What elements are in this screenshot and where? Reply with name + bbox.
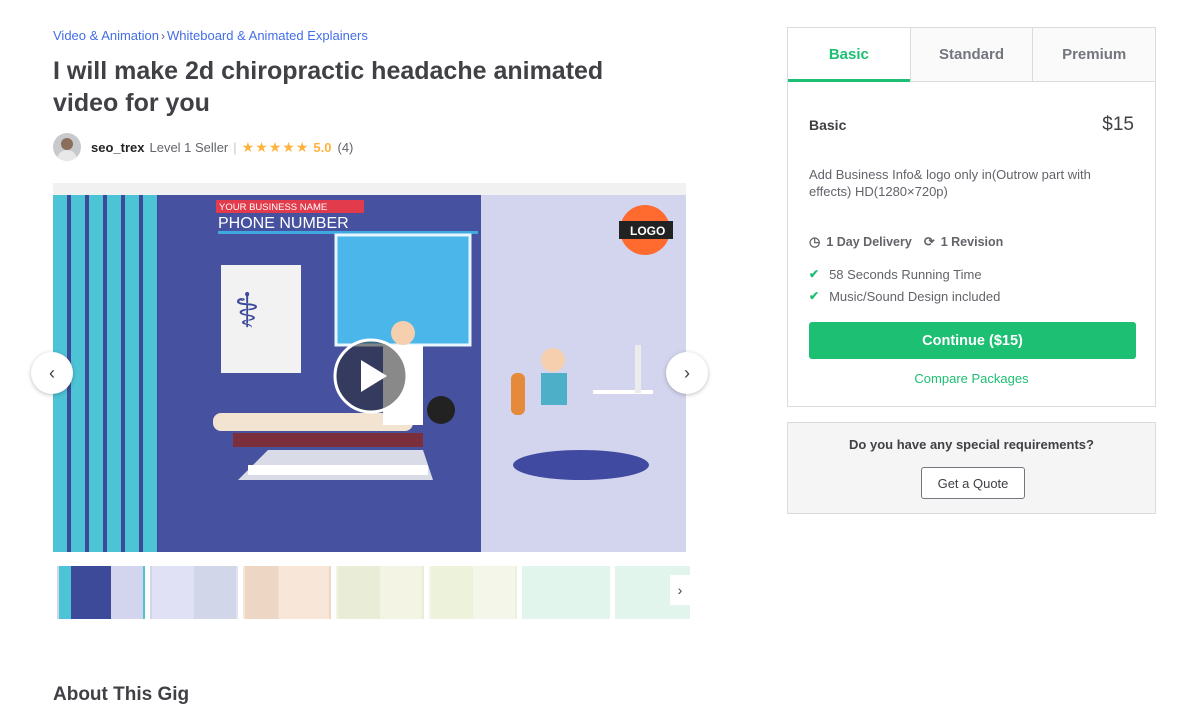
list-item: ✔ Music/Sound Design included	[809, 285, 1000, 307]
compare-packages-link[interactable]: Compare Packages	[788, 371, 1155, 386]
gallery-thumbnails	[53, 566, 690, 622]
tab-premium[interactable]: Premium	[1032, 28, 1156, 81]
package-tabs: Basic Standard Premium	[788, 28, 1156, 82]
about-heading: About This Gig	[53, 684, 190, 705]
gallery-main-image[interactable]: YOUR BUSINESS NAME PHONE NUMBER ⚕ LOGO	[53, 195, 686, 552]
package-features: ✔ 58 Seconds Running Time ✔ Music/Sound …	[809, 263, 1000, 307]
tab-standard[interactable]: Standard	[909, 28, 1033, 81]
thumbnails-next-button[interactable]: ›	[670, 575, 690, 605]
seller-divider: |	[233, 139, 237, 155]
breadcrumb-subcategory-link[interactable]: Whiteboard & Animated Explainers	[167, 28, 368, 43]
svg-text:⚕: ⚕	[234, 283, 260, 339]
continue-button[interactable]: Continue ($15)	[809, 322, 1136, 359]
refresh-icon: ⟳	[923, 234, 935, 249]
package-name: Basic	[809, 117, 847, 133]
review-count[interactable]: (4)	[338, 140, 354, 155]
gallery-prev-button[interactable]: ‹	[31, 352, 73, 394]
package-header: Basic $15	[809, 114, 1134, 136]
svg-text:YOUR BUSINESS NAME: YOUR BUSINESS NAME	[219, 202, 327, 213]
gallery-top-bar	[53, 183, 686, 195]
seller-level: Level 1 Seller	[149, 139, 229, 155]
gallery-thumbnail[interactable]	[429, 566, 517, 619]
gallery-illustration: YOUR BUSINESS NAME PHONE NUMBER ⚕ LOGO	[53, 195, 686, 552]
breadcrumb-category-link[interactable]: Video & Animation	[53, 28, 159, 43]
gallery-thumbnail[interactable]	[243, 566, 331, 619]
check-icon: ✔	[809, 267, 820, 281]
package-price: $15	[1102, 114, 1134, 135]
svg-text:LOGO: LOGO	[630, 224, 665, 238]
delivery-time: 1 Day Delivery	[826, 235, 912, 249]
list-item: ✔ 58 Seconds Running Time	[809, 263, 1000, 285]
gallery-thumbnail[interactable]	[150, 566, 238, 619]
breadcrumb: Video & Animation › Whiteboard & Animated …	[53, 28, 368, 43]
chevron-right-icon: ›	[677, 582, 683, 598]
get-quote-button[interactable]: Get a Quote	[921, 467, 1025, 499]
check-icon: ✔	[809, 289, 820, 303]
seller-overview: seo_trex Level 1 Seller | ★★★★★ 5.0 (4)	[53, 132, 353, 162]
gig-title: I will make 2d chiropractic headache ani…	[53, 57, 604, 117]
package-delivery-info: ◷ 1 Day Delivery ⟳ 1 Revision	[809, 234, 1003, 250]
rating-score: 5.0	[313, 139, 332, 155]
gallery-thumbnail[interactable]	[522, 566, 610, 619]
gig-gallery: YOUR BUSINESS NAME PHONE NUMBER ⚕ LOGO ‹…	[31, 183, 708, 623]
svg-text:PHONE NUMBER: PHONE NUMBER	[218, 215, 349, 232]
package-description: Add Business Info& logo only in(Outrow p…	[809, 167, 1091, 199]
custom-quote-card: Do you have any special requirements? Ge…	[787, 422, 1156, 514]
gallery-thumbnail[interactable]	[57, 566, 145, 619]
seller-avatar[interactable]	[53, 133, 81, 161]
gallery-next-button[interactable]: ›	[666, 352, 708, 394]
package-card: Basic Standard Premium Basic $15 Add Bus…	[787, 27, 1156, 407]
chevron-right-icon: ›	[684, 362, 690, 383]
feature-label: 58 Seconds Running Time	[829, 266, 982, 282]
clock-icon: ◷	[809, 234, 821, 249]
revision-count: 1 Revision	[940, 235, 1004, 249]
chevron-left-icon: ‹	[49, 362, 55, 383]
gallery-thumbnail[interactable]	[336, 566, 424, 619]
feature-label: Music/Sound Design included	[829, 288, 1001, 304]
seller-name-link[interactable]: seo_trex	[91, 140, 144, 155]
quote-question: Do you have any special requirements?	[849, 437, 1094, 452]
breadcrumb-separator: ›	[161, 29, 165, 43]
tab-basic[interactable]: Basic	[788, 28, 910, 82]
rating-stars-icon: ★★★★★	[241, 138, 310, 155]
